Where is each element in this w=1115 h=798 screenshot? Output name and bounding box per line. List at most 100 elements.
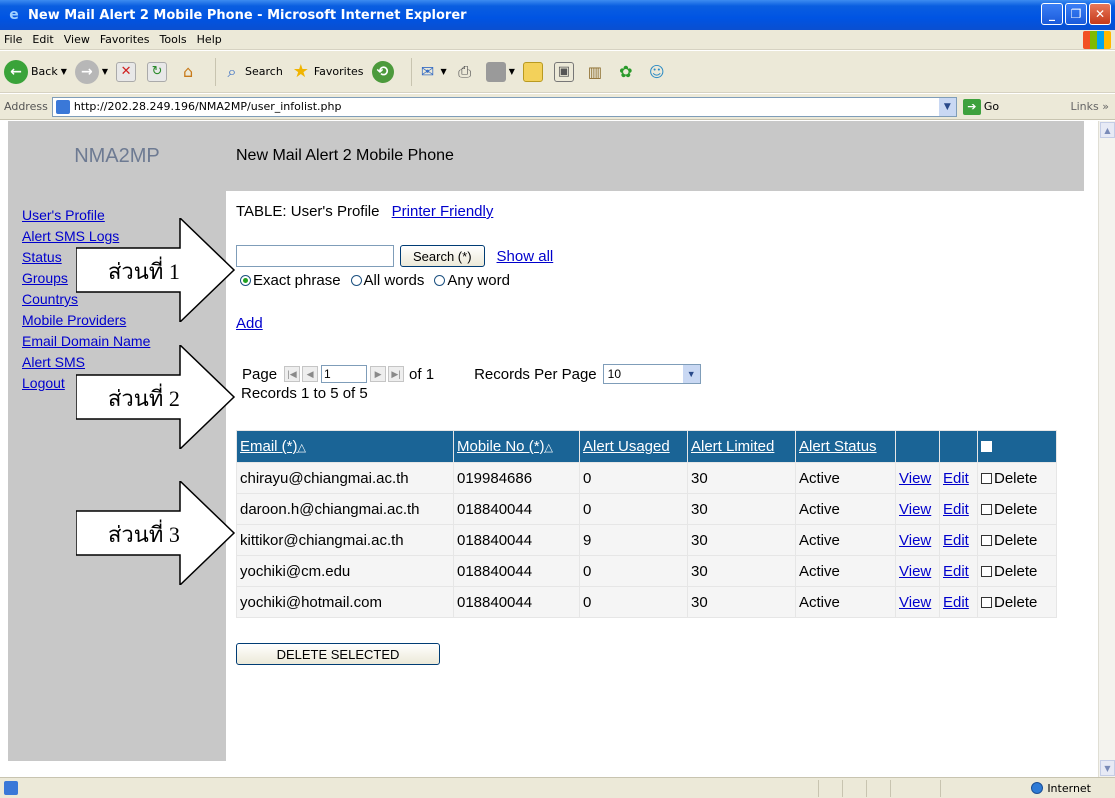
mail-button[interactable]: ✉ ▼ bbox=[418, 62, 447, 82]
cell-edit: Edit bbox=[939, 493, 978, 525]
delete-checkbox[interactable] bbox=[981, 534, 992, 546]
search-icon: ⌕ bbox=[227, 61, 237, 81]
search-label: Search bbox=[245, 65, 283, 78]
vertical-scrollbar[interactable]: ▲ ▼ bbox=[1098, 121, 1115, 777]
edit-page-button[interactable]: ▼ bbox=[485, 61, 515, 82]
records-per-page-select[interactable]: 10 ▼ bbox=[602, 364, 701, 384]
radio-all-words[interactable]: All words bbox=[350, 272, 424, 289]
delete-checkbox[interactable] bbox=[981, 596, 992, 608]
column-email[interactable]: Email (*)△ bbox=[236, 430, 454, 463]
chevron-down-icon[interactable]: ▼ bbox=[938, 97, 956, 116]
chevron-down-icon[interactable]: ▼ bbox=[682, 365, 700, 383]
go-button[interactable]: ➔ Go bbox=[962, 98, 999, 115]
cell-email: kittikor@chiangmai.ac.th bbox=[236, 524, 454, 556]
page-number-input[interactable]: 1 bbox=[321, 365, 368, 383]
view-link[interactable]: View bbox=[899, 532, 931, 549]
search-submit-button[interactable]: Search (*) bbox=[400, 245, 485, 267]
scroll-up-icon[interactable]: ▲ bbox=[1100, 122, 1115, 138]
chevron-down-icon[interactable]: ▼ bbox=[102, 67, 108, 76]
view-link[interactable]: View bbox=[899, 594, 931, 611]
research-button[interactable]: ▣ bbox=[553, 61, 577, 82]
edit-link[interactable]: Edit bbox=[943, 501, 969, 518]
prev-page-icon[interactable]: ◀ bbox=[302, 366, 319, 382]
delete-checkbox[interactable] bbox=[981, 472, 992, 484]
favorites-label: Favorites bbox=[313, 65, 364, 78]
forward-arrow-icon: → bbox=[74, 59, 99, 84]
view-link[interactable]: View bbox=[899, 563, 931, 580]
forward-button[interactable]: → ▼ bbox=[74, 59, 108, 84]
users-button[interactable]: ☺ bbox=[647, 62, 670, 82]
menu-file[interactable]: File bbox=[4, 33, 22, 46]
history-icon: ⟲ bbox=[371, 60, 394, 83]
add-link[interactable]: Add bbox=[236, 315, 263, 332]
cell-alert-limited: 30 bbox=[687, 524, 796, 556]
address-input[interactable]: http://202.28.249.196/NMA2MP/user_infoli… bbox=[51, 96, 957, 117]
delete-selected-button[interactable]: DELETE SELECTED bbox=[236, 643, 440, 665]
annotation-label: ส่วนที่ 3 bbox=[108, 522, 180, 547]
first-page-icon[interactable]: |◀ bbox=[284, 366, 301, 382]
close-icon[interactable]: ✕ bbox=[1089, 3, 1111, 25]
status-divider bbox=[842, 780, 843, 797]
view-link[interactable]: View bbox=[899, 470, 931, 487]
menu-edit[interactable]: Edit bbox=[32, 33, 53, 46]
column-alert-usaged-link[interactable]: Alert Usaged bbox=[583, 438, 670, 455]
cell-delete: Delete bbox=[977, 586, 1057, 618]
print-button[interactable]: ⎙ bbox=[455, 62, 478, 82]
back-button[interactable]: ← Back ▼ bbox=[4, 59, 67, 84]
home-button[interactable]: ⌂ bbox=[178, 62, 201, 82]
delete-checkbox[interactable] bbox=[981, 565, 992, 577]
radio-icon bbox=[434, 275, 446, 286]
column-mobile-link[interactable]: Mobile No (*) bbox=[457, 438, 545, 455]
delete-checkbox[interactable] bbox=[981, 503, 992, 515]
edit-link[interactable]: Edit bbox=[943, 594, 969, 611]
radio-exact-phrase[interactable]: Exact phrase bbox=[240, 272, 341, 289]
column-mobile[interactable]: Mobile No (*)△ bbox=[453, 430, 580, 463]
view-link[interactable]: View bbox=[899, 501, 931, 518]
column-delete bbox=[977, 430, 1057, 463]
refresh-button[interactable]: ↻ bbox=[147, 61, 170, 82]
menu-favorites[interactable]: Favorites bbox=[100, 33, 150, 46]
media-button[interactable]: ▥ bbox=[585, 62, 608, 82]
maximize-icon[interactable]: ❐ bbox=[1065, 3, 1087, 25]
annotation-label: ส่วนที่ 1 bbox=[108, 259, 180, 284]
status-divider bbox=[866, 780, 867, 797]
chevron-down-icon[interactable]: ▼ bbox=[61, 67, 67, 76]
radio-icon bbox=[350, 275, 362, 286]
select-all-checkbox[interactable] bbox=[981, 441, 992, 452]
last-page-icon[interactable]: ▶| bbox=[388, 366, 405, 382]
menu-tools[interactable]: Tools bbox=[160, 33, 187, 46]
column-alert-usaged[interactable]: Alert Usaged bbox=[579, 430, 688, 463]
column-email-link[interactable]: Email (*) bbox=[240, 438, 298, 455]
stop-icon: ✕ bbox=[116, 61, 137, 82]
search-button[interactable]: ⌕ Search bbox=[222, 62, 283, 82]
discuss-button[interactable] bbox=[522, 61, 546, 82]
edit-link[interactable]: Edit bbox=[943, 470, 969, 487]
cell-view: View bbox=[895, 493, 940, 525]
status-divider bbox=[890, 780, 891, 797]
show-all-link[interactable]: Show all bbox=[497, 248, 554, 265]
cell-edit: Edit bbox=[939, 586, 978, 618]
printer-friendly-link[interactable]: Printer Friendly bbox=[392, 203, 494, 220]
stop-button[interactable]: ✕ bbox=[116, 61, 139, 82]
column-alert-status[interactable]: Alert Status bbox=[795, 430, 896, 463]
search-input[interactable] bbox=[236, 245, 394, 267]
minimize-icon[interactable]: _ bbox=[1041, 3, 1063, 25]
cell-alert-status: Active bbox=[795, 586, 896, 618]
radio-any-word[interactable]: Any word bbox=[434, 272, 510, 289]
menu-view[interactable]: View bbox=[64, 33, 90, 46]
next-page-icon[interactable]: ▶ bbox=[370, 366, 387, 382]
links-button[interactable]: Links » bbox=[1071, 100, 1110, 113]
favorites-button[interactable]: ★ Favorites bbox=[291, 61, 364, 82]
column-alert-status-link[interactable]: Alert Status bbox=[799, 438, 877, 455]
edit-link[interactable]: Edit bbox=[943, 532, 969, 549]
column-alert-limited[interactable]: Alert Limited bbox=[687, 430, 796, 463]
menu-help[interactable]: Help bbox=[197, 33, 222, 46]
table-header-row: Email (*)△ Mobile No (*)△ Alert Usaged A… bbox=[236, 430, 1057, 463]
messenger-button[interactable]: ✿ bbox=[616, 62, 639, 82]
browser-window: e New Mail Alert 2 Mobile Phone - Micros… bbox=[0, 0, 1115, 798]
scroll-down-icon[interactable]: ▼ bbox=[1100, 760, 1115, 776]
menu-bar: File Edit View Favorites Tools Help bbox=[0, 30, 1115, 50]
edit-link[interactable]: Edit bbox=[943, 563, 969, 580]
history-button[interactable]: ⟲ bbox=[371, 60, 397, 83]
column-alert-limited-link[interactable]: Alert Limited bbox=[691, 438, 774, 455]
